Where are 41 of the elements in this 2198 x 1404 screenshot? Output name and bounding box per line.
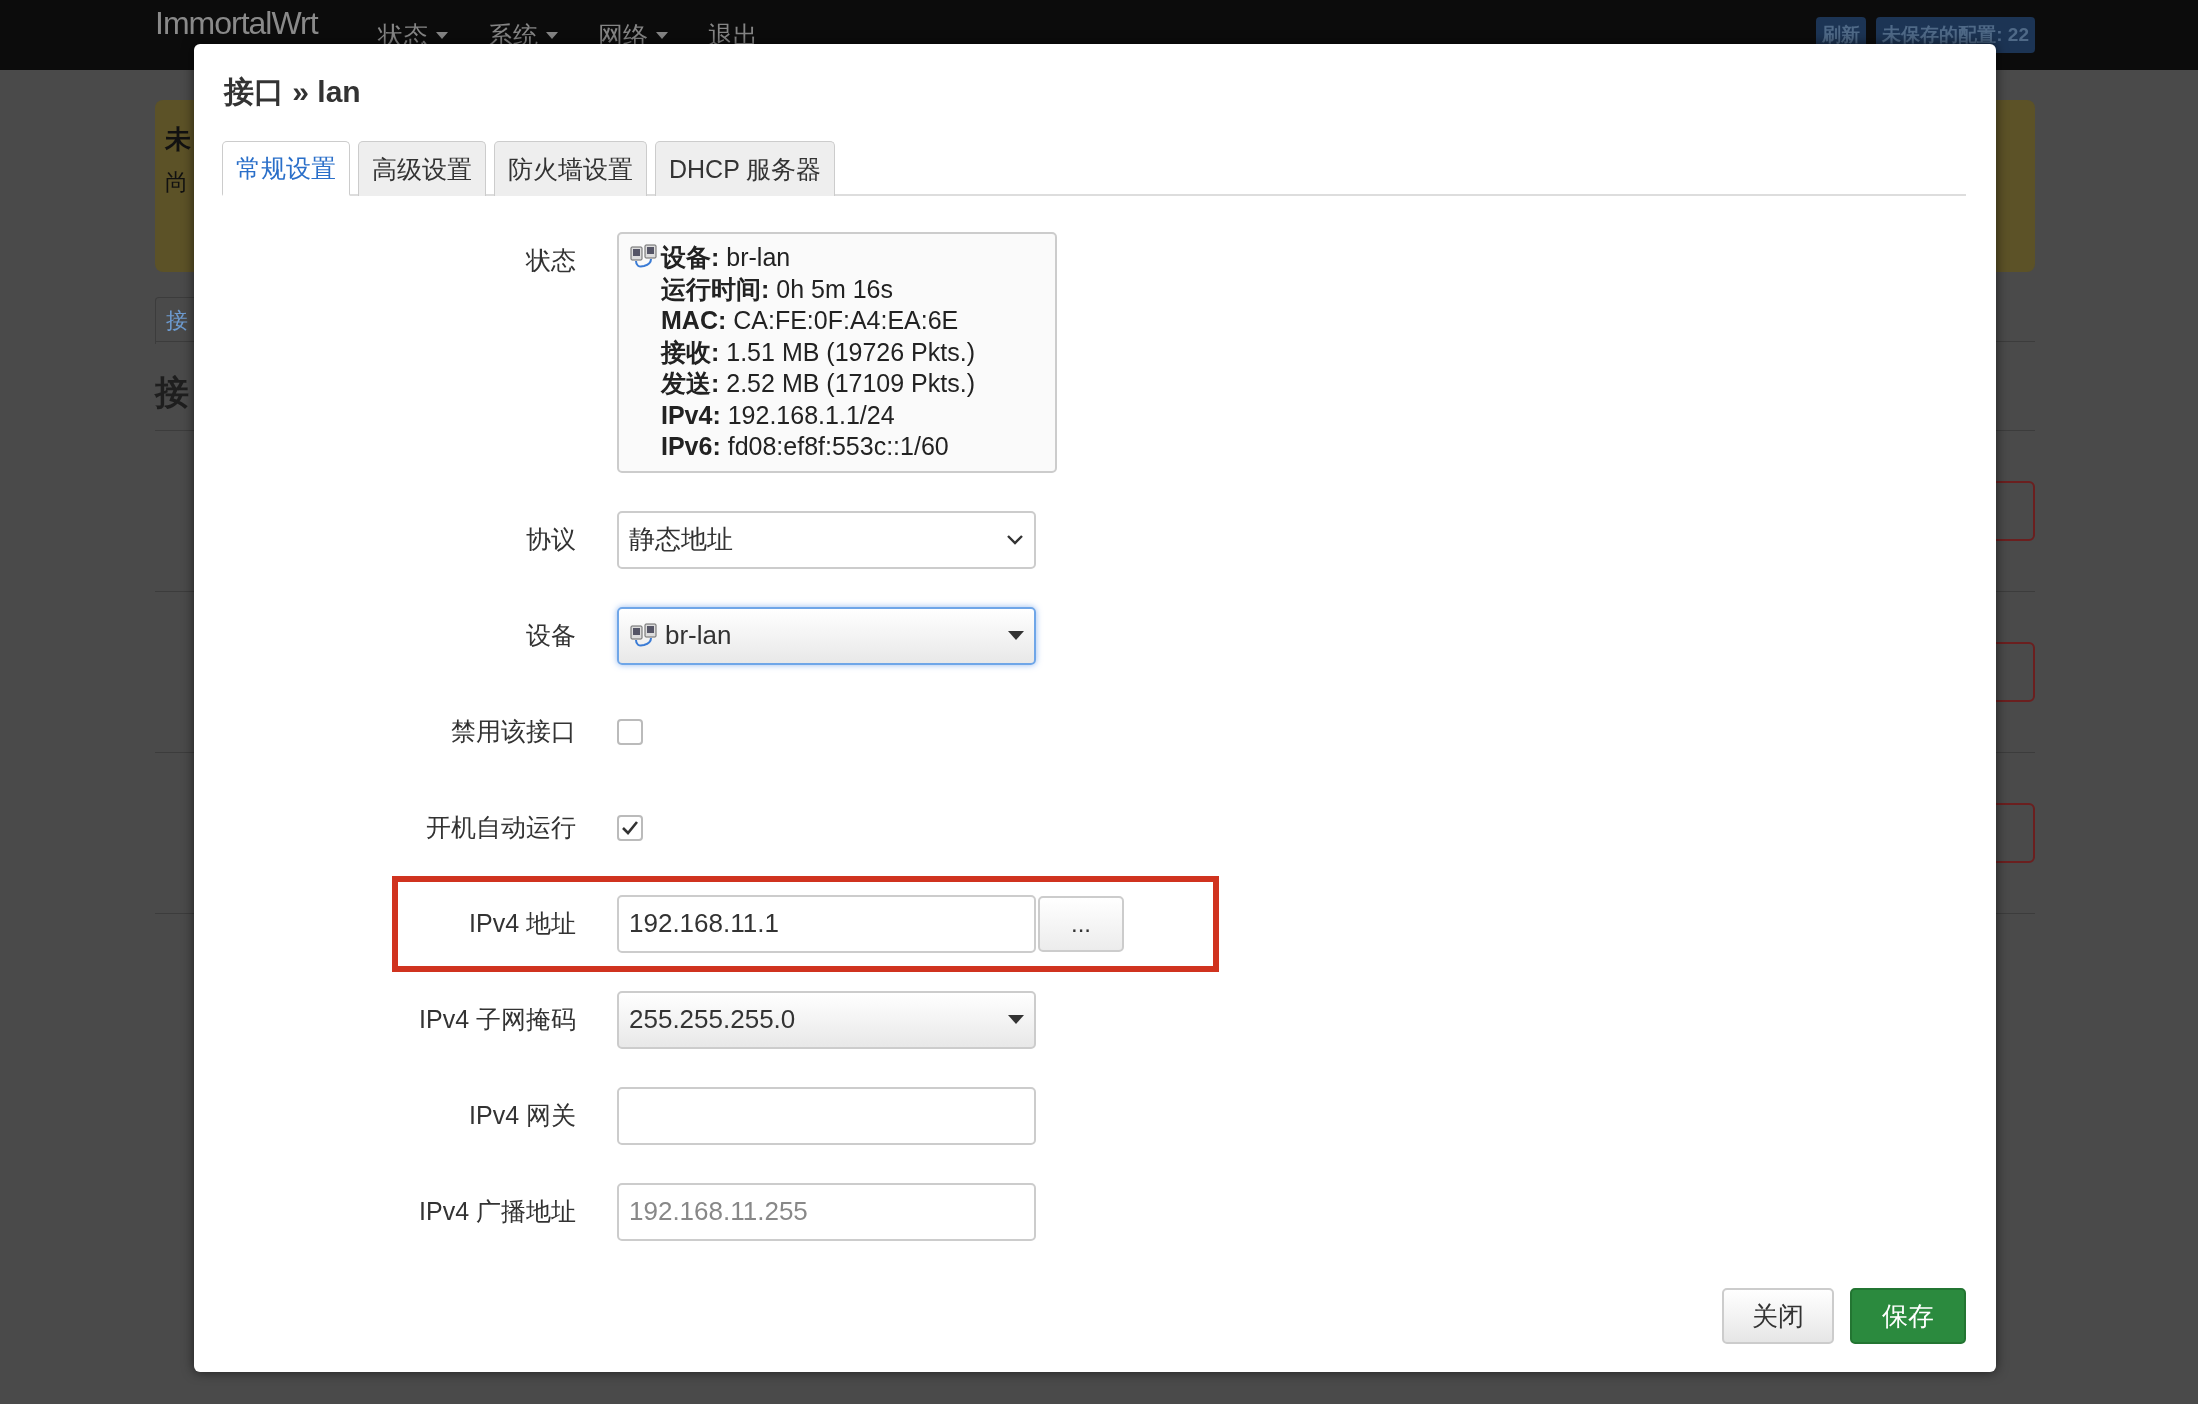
- more-button[interactable]: ...: [1038, 895, 1124, 952]
- field-label: 开机自动运行: [425, 812, 576, 843]
- status-line: IPv4: 192.168.1.1/24: [661, 399, 896, 431]
- alert-text: 尚: [165, 168, 188, 197]
- dropdown-arrow-icon: [1008, 631, 1024, 640]
- checkbox[interactable]: [617, 718, 643, 745]
- field-label: 状态: [524, 245, 576, 276]
- brand-logo[interactable]: ImmortalWrt: [155, 6, 318, 40]
- status-line: IPv6: fd08:ef8f:553c::1/60: [661, 431, 950, 462]
- field-label: 设备: [525, 620, 576, 651]
- checkmark-icon: [621, 819, 639, 836]
- tab[interactable]: 防火墙设置: [494, 141, 647, 196]
- save-button[interactable]: 保存: [1850, 1288, 1966, 1344]
- alert-title: 未: [165, 123, 191, 156]
- field-label: IPv4 广播地址: [418, 1196, 576, 1227]
- chevron-down-icon: [1006, 533, 1024, 546]
- field-label: IPv4 地址: [468, 908, 576, 939]
- protocol-select[interactable]: 静态地址: [617, 510, 1036, 569]
- network-device-icon: [629, 622, 659, 649]
- status-line: 接收: 1.51 MB (19726 Pkts.): [661, 336, 975, 368]
- input-field[interactable]: [617, 1086, 1036, 1145]
- dropdown-arrow-icon: [1008, 1015, 1024, 1024]
- status-line: MAC: CA:FE:0F:A4:EA:6E: [661, 305, 960, 336]
- status-line: 发送: 2.52 MB (17109 Pkts.): [661, 368, 975, 399]
- netmask-dropdown[interactable]: 255.255.255.0: [617, 990, 1036, 1049]
- network-device-icon: [629, 244, 659, 270]
- field-label: IPv4 子网掩码: [418, 1004, 576, 1035]
- checkbox[interactable]: [617, 814, 643, 841]
- input-field[interactable]: 192.168.11.255: [617, 1182, 1036, 1241]
- tab[interactable]: 高级设置: [358, 141, 486, 196]
- field-label: IPv4 网关: [468, 1100, 576, 1131]
- status-line: 运行时间: 0h 5m 16s: [661, 273, 894, 305]
- dialog-title: 接口 » lan: [224, 74, 362, 110]
- status-line: 设备: br-lan: [661, 242, 792, 273]
- field-label: 禁用该接口: [450, 716, 576, 747]
- tab[interactable]: DHCP 服务器: [655, 141, 836, 196]
- field-label: 协议: [525, 524, 576, 555]
- input-field[interactable]: 192.168.11.1: [617, 894, 1036, 953]
- device-select[interactable]: br-lan: [617, 606, 1036, 665]
- close-button[interactable]: 关闭: [1722, 1288, 1834, 1344]
- tab[interactable]: 常规设置: [222, 141, 350, 196]
